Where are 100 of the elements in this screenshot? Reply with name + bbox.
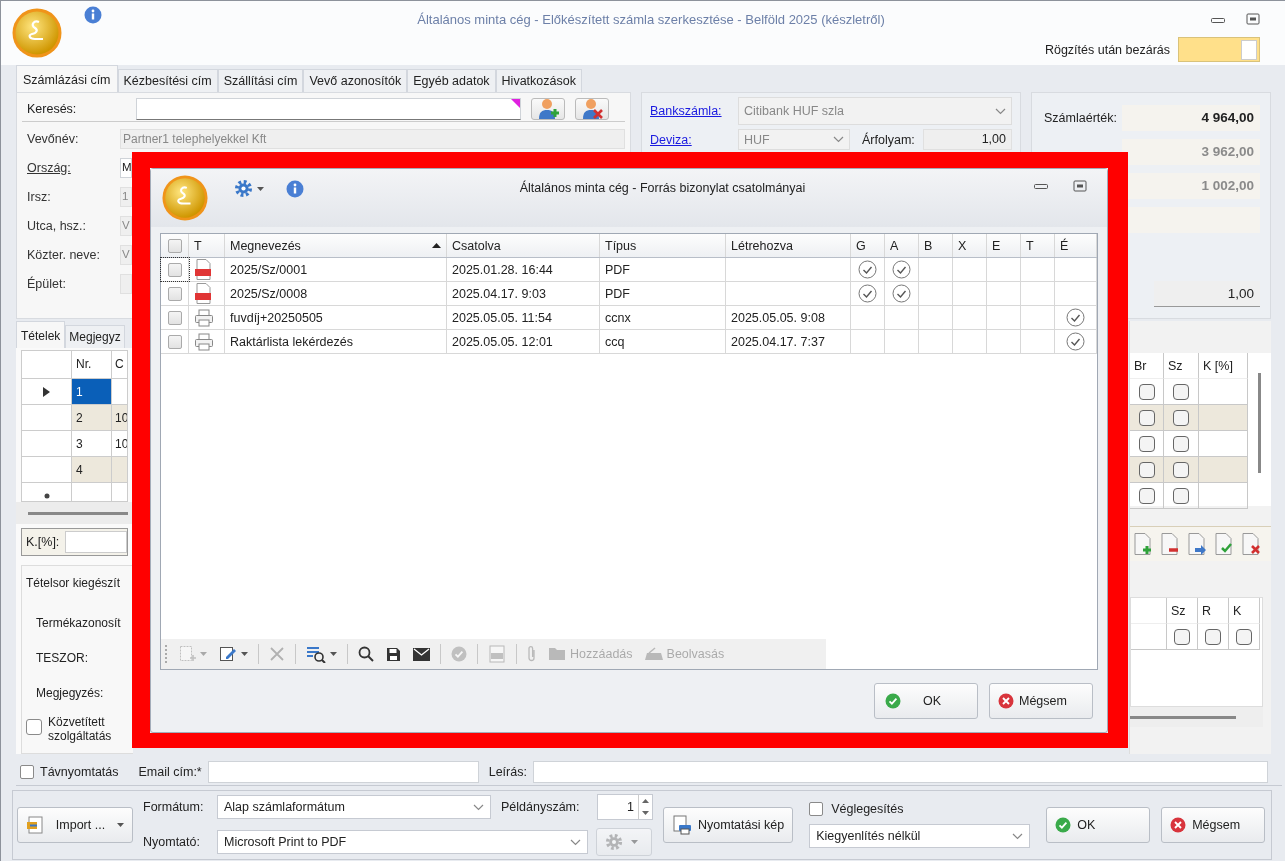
column-header — [1131, 598, 1167, 624]
tab[interactable]: Hivatkozások — [495, 69, 582, 92]
check-circle-icon — [451, 646, 467, 662]
column-header[interactable]: X — [953, 234, 987, 257]
search-field[interactable] — [136, 98, 521, 120]
checkbox[interactable] — [1173, 409, 1189, 426]
checkbox[interactable] — [1174, 628, 1190, 645]
select-value: HUF — [744, 132, 770, 147]
toggle-switch[interactable] — [1178, 37, 1260, 62]
import-button[interactable]: Import ... — [17, 807, 133, 843]
column-header[interactable]: Létrehozva — [726, 234, 851, 257]
restore-icon — [1073, 180, 1087, 192]
chevron-down-icon — [995, 107, 1006, 115]
tab[interactable]: Számlázási cím — [16, 65, 118, 92]
column-header[interactable]: Megnevezés — [225, 234, 447, 257]
text-field[interactable]: M — [120, 157, 132, 178]
checkbox[interactable] — [1236, 628, 1252, 645]
column-header[interactable]: A — [885, 234, 919, 257]
table-cell: 2025.05.05. 9:08 — [726, 306, 851, 329]
chevron-down-icon — [473, 803, 484, 811]
checkbox-label: Távnyomtatás — [40, 764, 119, 779]
checkbox[interactable] — [26, 719, 42, 735]
checkbox[interactable] — [1138, 487, 1155, 504]
page-check-icon — [1214, 533, 1234, 555]
check-circle-icon — [885, 693, 901, 709]
column-header[interactable]: T — [1021, 234, 1055, 257]
checkbox[interactable] — [1205, 628, 1221, 645]
field-label: K.[%]: — [26, 535, 60, 549]
select-value: Alap számlaformátum — [224, 800, 345, 814]
caret-icon — [117, 823, 124, 827]
field-label: Termékazonosít — [36, 616, 121, 630]
currency-link[interactable]: Deviza: — [650, 132, 730, 147]
caret-icon — [200, 652, 207, 656]
checkbox[interactable] — [1173, 487, 1189, 504]
format-select[interactable]: Alap számlaformátum — [217, 795, 491, 819]
column-header: R — [1198, 598, 1229, 624]
checkbox[interactable] — [167, 310, 182, 325]
checkbox[interactable] — [1138, 409, 1155, 426]
table-cell: 1 — [72, 379, 112, 405]
rate-field[interactable]: 1,00 — [922, 129, 1012, 150]
table-cell: ccnx — [600, 306, 726, 329]
checkbox[interactable] — [1138, 383, 1155, 400]
ok-button[interactable]: OK — [1046, 807, 1151, 843]
table-cell: 2025.05.05. 11:54 — [447, 306, 600, 329]
close-icon — [269, 646, 285, 662]
field-label: Utca, hsz.: — [26, 218, 88, 233]
description-field[interactable] — [532, 760, 1268, 783]
column-header[interactable]: E — [987, 234, 1021, 257]
cancel-icon — [998, 693, 1014, 709]
new-document-icon — [178, 645, 196, 663]
checkbox[interactable] — [167, 238, 182, 253]
checkbox[interactable] — [20, 764, 34, 779]
checkbox[interactable] — [167, 334, 182, 349]
up-arrow-icon — [642, 799, 649, 803]
tab[interactable]: Tételek — [16, 321, 66, 348]
printer-select[interactable]: Microsoft Print to PDF — [217, 830, 588, 854]
settings-button[interactable] — [234, 179, 264, 198]
gear-icon — [234, 179, 253, 198]
cancel-button[interactable]: Mégsem — [1161, 807, 1266, 843]
column-header[interactable]: É — [1055, 234, 1097, 257]
print-preview-button[interactable]: Nyomtatási kép — [663, 807, 794, 843]
tab[interactable]: Egyéb adatok — [407, 69, 496, 92]
cancel-button[interactable]: Mégsem — [989, 683, 1093, 719]
field-label: Email cím:* — [138, 764, 202, 779]
column-header[interactable]: G — [851, 234, 885, 257]
tab[interactable]: Szállítási cím — [217, 69, 304, 92]
rate-value: 1,00 — [1154, 281, 1260, 307]
email-field[interactable] — [207, 760, 479, 783]
column-header[interactable]: T — [189, 234, 225, 257]
discount-field[interactable] — [65, 531, 127, 553]
check-circle-icon — [1055, 817, 1072, 833]
add-partner-button[interactable] — [531, 98, 565, 120]
column-header[interactable]: Csatolva — [447, 234, 600, 257]
tab[interactable]: Vevő azonosítók — [303, 69, 408, 92]
select-value: Microsoft Print to PDF — [224, 835, 347, 849]
remove-partner-button[interactable] — [575, 98, 609, 120]
checkbox[interactable] — [1138, 461, 1155, 478]
ok-button[interactable]: OK — [874, 683, 978, 719]
document-icon — [488, 645, 506, 663]
checkbox[interactable] — [1173, 435, 1189, 452]
checkbox[interactable] — [1138, 435, 1155, 452]
user-add-icon — [537, 98, 559, 120]
column-header[interactable]: Típus — [600, 234, 726, 257]
table-cell: fuvdíj+20250505 — [225, 306, 447, 329]
checkbox[interactable] — [1173, 461, 1189, 478]
tab[interactable]: Megjegyz — [65, 325, 125, 348]
checkbox[interactable] — [1173, 383, 1189, 400]
settlement-select[interactable]: Kiegyenlítés nélkül — [809, 824, 1031, 848]
tab[interactable]: Kézbesítési cím — [117, 69, 218, 92]
chevron-down-icon — [570, 838, 581, 846]
bank-account-link[interactable]: Bankszámla: — [650, 104, 730, 118]
logo-icon — [12, 8, 62, 58]
copies-spinner[interactable]: 1 — [597, 794, 653, 820]
group-title: Tételsor kiegészít — [26, 576, 121, 590]
checkbox[interactable] — [167, 286, 182, 301]
checkbox[interactable] — [809, 802, 824, 816]
field-link[interactable]: Ország: — [27, 160, 71, 175]
column-header[interactable]: B — [919, 234, 953, 257]
check-circle-icon — [858, 284, 877, 303]
checkbox[interactable] — [167, 262, 182, 277]
